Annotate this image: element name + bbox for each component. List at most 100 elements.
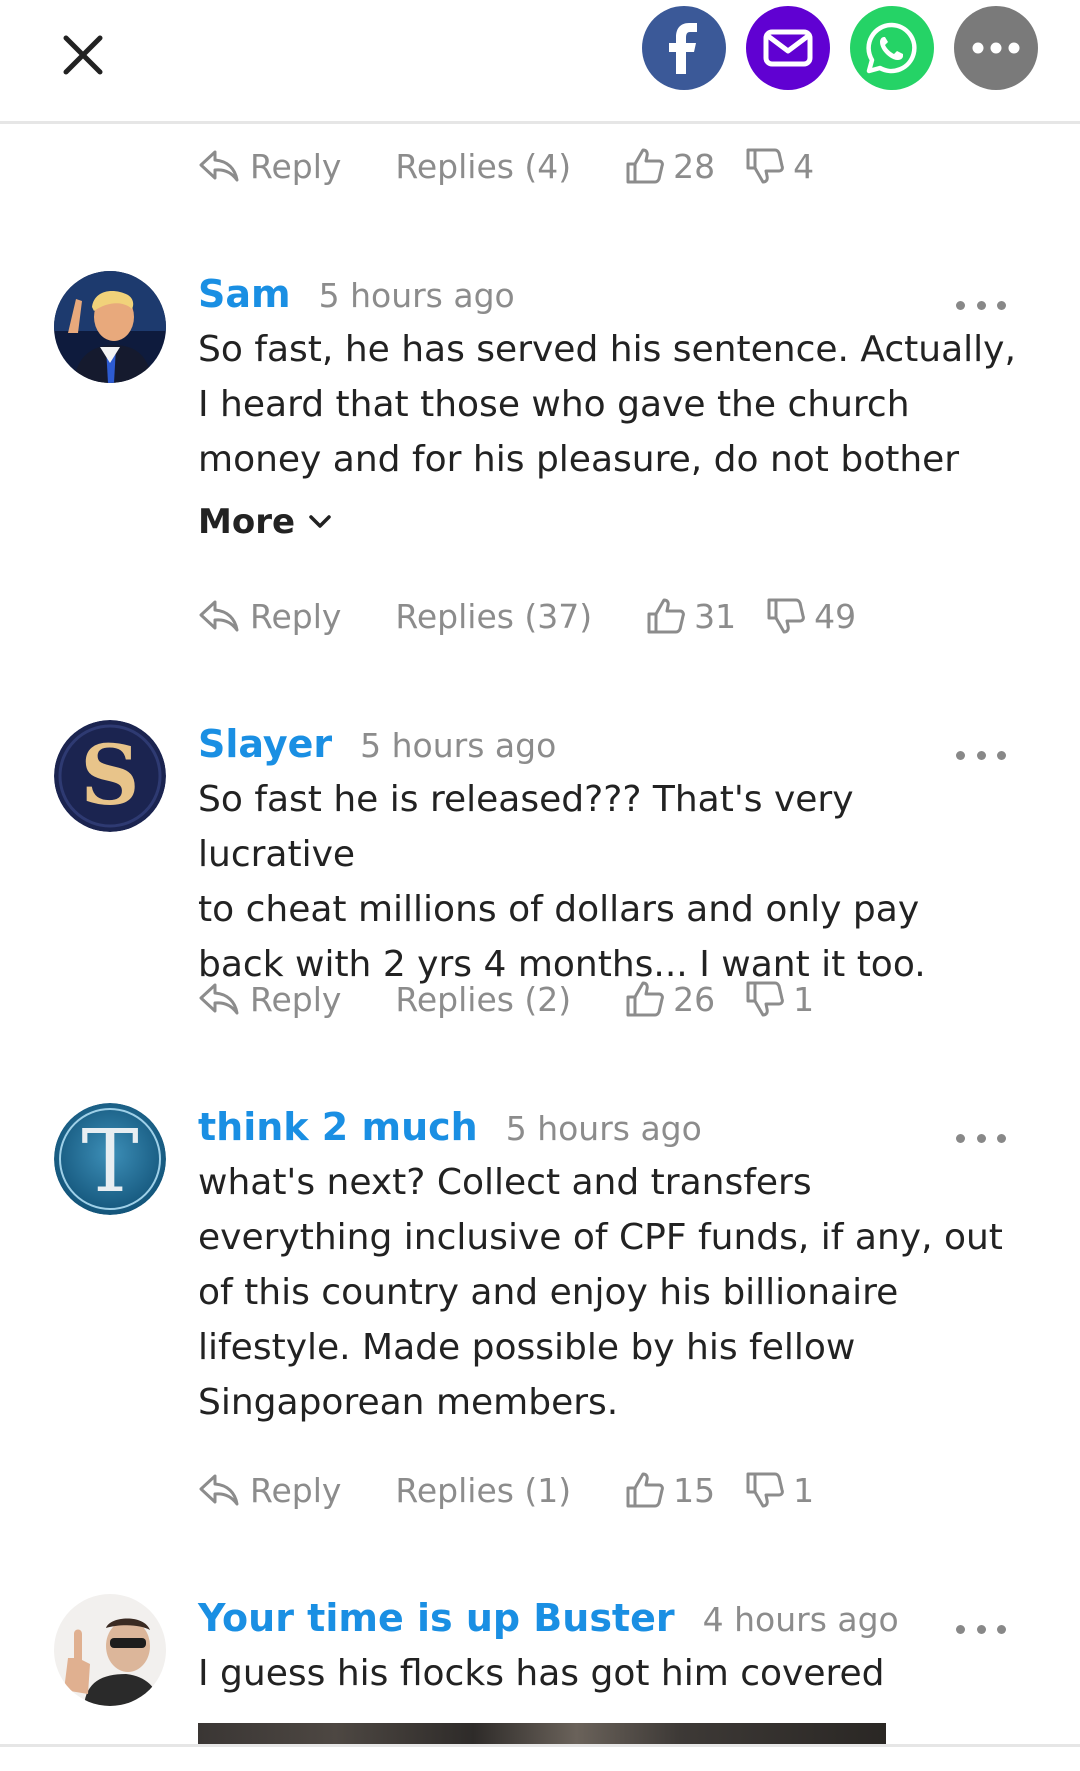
like-count: 28 [673, 146, 716, 186]
avatar-letter: S [80, 728, 139, 824]
thumbs-down-icon [746, 981, 785, 1017]
comment-body: I guess his flocks has got him covered [198, 1646, 1018, 1701]
whatsapp-share-button[interactable] [850, 6, 934, 90]
comment-line: I heard that those who gave the church [198, 384, 910, 425]
more-share-button[interactable] [954, 6, 1038, 90]
avatar-letter: T [81, 1112, 138, 1212]
comment-actions: Reply Replies (4) 28 4 [198, 144, 814, 188]
comment-timestamp: 5 hours ago [360, 726, 557, 765]
more-icon [972, 42, 1020, 54]
email-icon [763, 29, 813, 67]
replies-label: Replies (4) [395, 146, 572, 186]
author-name[interactable]: think 2 much [198, 1105, 478, 1149]
author-name[interactable]: Your time is up Buster [198, 1596, 675, 1640]
replies-label: Replies (2) [395, 979, 572, 1019]
replies-button[interactable]: Replies (2) [395, 980, 571, 1019]
dot-icon [997, 1133, 1006, 1143]
comment-timestamp: 4 hours ago [702, 1600, 899, 1639]
like-count: 31 [694, 596, 737, 636]
avatar[interactable]: T [54, 1103, 166, 1215]
dislike-count: 4 [793, 146, 815, 186]
facebook-icon [669, 23, 697, 74]
like-count: 26 [673, 979, 716, 1019]
comment-line: Singaporean members. [198, 1382, 619, 1423]
comment-body: what's next? Collect and transfers every… [198, 1155, 1018, 1430]
replies-button[interactable]: Replies (37) [395, 597, 592, 636]
letter-avatar-icon: S [54, 720, 166, 832]
replies-label: Replies (1) [395, 1470, 572, 1510]
comment-line: So fast, he has served his sentence. Act… [198, 329, 1016, 370]
comment-timestamp: 5 hours ago [505, 1109, 702, 1148]
dot-icon [976, 300, 986, 310]
author-name[interactable]: Slayer [198, 722, 332, 766]
comment-actions: Reply Replies (1) 15 1 [198, 1468, 814, 1512]
like-button[interactable]: 26 [625, 980, 715, 1019]
reply-icon [199, 600, 239, 632]
dot-icon [976, 1624, 986, 1634]
reply-label: Reply [250, 596, 342, 636]
like-button[interactable]: 15 [625, 1471, 715, 1510]
comment-header: Slayer 5 hours ago [198, 722, 556, 766]
comment-options-button[interactable] [956, 740, 1006, 770]
chevron-down-icon [309, 515, 331, 528]
avatar[interactable] [54, 1594, 166, 1706]
dot-icon [956, 750, 965, 760]
replies-button[interactable]: Replies (1) [395, 1471, 571, 1510]
thumbs-up-icon [626, 1472, 665, 1508]
comment-line: So fast he is released??? That's very lu… [198, 779, 854, 875]
reply-icon [199, 150, 239, 182]
dot-icon [956, 1624, 965, 1634]
user-photo-icon [54, 1594, 166, 1706]
comment-options-button[interactable] [956, 1123, 1006, 1153]
share-header [0, 0, 1080, 124]
avatar[interactable] [54, 271, 166, 383]
dislike-button[interactable]: 1 [745, 1471, 814, 1510]
comment-header: think 2 much 5 hours ago [198, 1105, 702, 1149]
comment-actions: Reply Replies (2) 26 1 [198, 977, 814, 1021]
comment-line: everything inclusive of CPF funds, if an… [198, 1217, 1003, 1258]
reply-button[interactable]: Reply [198, 597, 341, 636]
comment-options-button[interactable] [956, 1614, 1006, 1644]
facebook-share-button[interactable] [642, 6, 726, 90]
email-share-button[interactable] [746, 6, 830, 90]
dot-icon [997, 750, 1006, 760]
replies-label: Replies (37) [395, 596, 593, 636]
reply-button[interactable]: Reply [198, 1471, 341, 1510]
dislike-button[interactable]: 1 [745, 980, 814, 1019]
close-icon [63, 35, 103, 75]
more-label: More [198, 502, 296, 542]
close-button[interactable] [56, 28, 110, 82]
comment-options-button[interactable] [956, 290, 1006, 320]
dislike-count: 1 [793, 979, 815, 1019]
reply-icon [199, 1474, 239, 1506]
reply-label: Reply [250, 1470, 342, 1510]
author-name[interactable]: Sam [198, 272, 291, 316]
comment-header: Sam 5 hours ago [198, 272, 515, 316]
dot-icon [997, 300, 1006, 310]
thumbs-up-icon [626, 981, 665, 1017]
dot-icon [976, 750, 986, 760]
thumbs-down-icon [767, 598, 806, 634]
comment-line: what's next? Collect and transfers [198, 1162, 812, 1203]
like-button[interactable]: 28 [625, 147, 715, 186]
dot-icon [976, 1133, 986, 1143]
comment-body: So fast, he has served his sentence. Act… [198, 322, 1018, 487]
dislike-button[interactable]: 4 [745, 147, 814, 186]
like-button[interactable]: 31 [646, 597, 736, 636]
dislike-button[interactable]: 49 [766, 597, 856, 636]
more-link[interactable]: More [198, 502, 331, 542]
comment-line: to cheat millions of dollars and only pa… [198, 889, 920, 930]
user-photo-icon [54, 271, 166, 383]
comment-image-preview[interactable] [198, 1723, 886, 1745]
reply-button[interactable]: Reply [198, 147, 341, 186]
dislike-count: 49 [814, 596, 857, 636]
reply-icon [199, 983, 239, 1015]
reply-button[interactable]: Reply [198, 980, 341, 1019]
comment-line: lifestyle. Made possible by his fellow [198, 1327, 856, 1368]
reply-label: Reply [250, 979, 342, 1019]
reply-label: Reply [250, 146, 342, 186]
like-count: 15 [673, 1470, 716, 1510]
comment-timestamp: 5 hours ago [318, 276, 515, 315]
avatar[interactable]: S [54, 720, 166, 832]
replies-button[interactable]: Replies (4) [395, 147, 571, 186]
